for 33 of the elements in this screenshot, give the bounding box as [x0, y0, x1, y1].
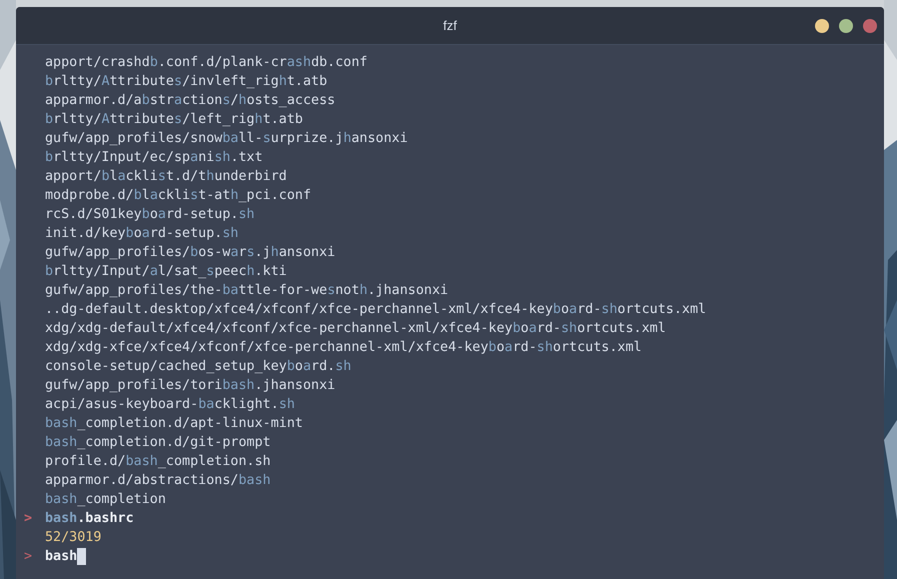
result-line[interactable]: init.d/keyboa rd-setup.sh — [45, 226, 238, 241]
result-line[interactable]: apport/blacklist.d/thunderbird — [45, 169, 287, 184]
result-line[interactable]: gufw/app_profiles/bos-wa rs.j hansonxi — [45, 245, 336, 260]
result-line[interactable]: bash_completion.d/git-prompt — [45, 435, 271, 450]
result-line[interactable]: gufw/app_profiles/snowball-surprize.j hansonxi — [45, 131, 408, 146]
result-line[interactable]: bash_completion — [45, 492, 166, 507]
text-cursor — [77, 548, 86, 565]
result-line[interactable]: gufw/app_profiles/the-battle-for-wesnoth.jhansonxi — [45, 283, 448, 298]
result-line[interactable]: xdg/xdg-default/xfce4/xfconf/xfce-perchannel-xml/xfce4-keyboa rd-shortcuts.xml — [45, 321, 666, 336]
window-control-button[interactable] — [839, 19, 853, 33]
result-line[interactable]: rcS.d/S01keyboa rd-setup.sh — [45, 207, 255, 222]
selected-result-line[interactable]: bash.bashrc — [45, 509, 134, 528]
result-line[interactable]: apparmor.d/abstractions/bash — [45, 473, 271, 488]
window-control-button[interactable] — [815, 19, 829, 33]
result-line[interactable]: b rltty/Attributes/left_right.atb — [45, 112, 303, 127]
result-line[interactable]: profile.d/bash_completion.sh — [45, 454, 271, 469]
result-line[interactable]: apparmor.d/abstractions/hosts_access — [45, 93, 336, 108]
pointer-mark: > — [23, 510, 34, 528]
window-title: fzf — [443, 16, 457, 35]
result-line[interactable]: b rltty/Input/ec/spanish.txt — [45, 150, 263, 165]
result-line[interactable]: b rltty/Input/al/sat_speech.kti — [45, 264, 287, 279]
result-line[interactable]: bash_completion.d/apt-linux-mint — [45, 416, 303, 431]
result-line[interactable]: console-setup/cached_setup_keyboa rd.sh — [45, 359, 352, 374]
result-line[interactable]: ..dg-default.desktop/xfce4/xfconf/xfce-perchannel-xml/xfce4-keyboa rd-shortcuts.xml — [45, 302, 706, 317]
result-line[interactable]: gufw/app_profiles/toribash.jhansonxi — [45, 378, 336, 393]
result-line[interactable]: apport/crashdb.conf.d/plank-crashdb.conf — [45, 55, 368, 70]
result-line[interactable]: acpi/asus-keyboard-backlight.sh — [45, 397, 295, 412]
result-line[interactable]: xdg/xdg-xfce/xfce4/xfconf/xfce-perchannel-xml/xfce4-keyboa rd-shortcuts.xml — [45, 340, 642, 355]
query-input[interactable]: bash — [45, 547, 78, 566]
match-count: 52/3019 — [45, 530, 102, 545]
prompt-symbol: > — [23, 548, 34, 566]
result-line[interactable]: b rltty/Attributes/invleft_right.atb — [45, 74, 328, 89]
result-line[interactable]: modprobe.d/blacklist-ath_pci.conf — [45, 188, 312, 203]
